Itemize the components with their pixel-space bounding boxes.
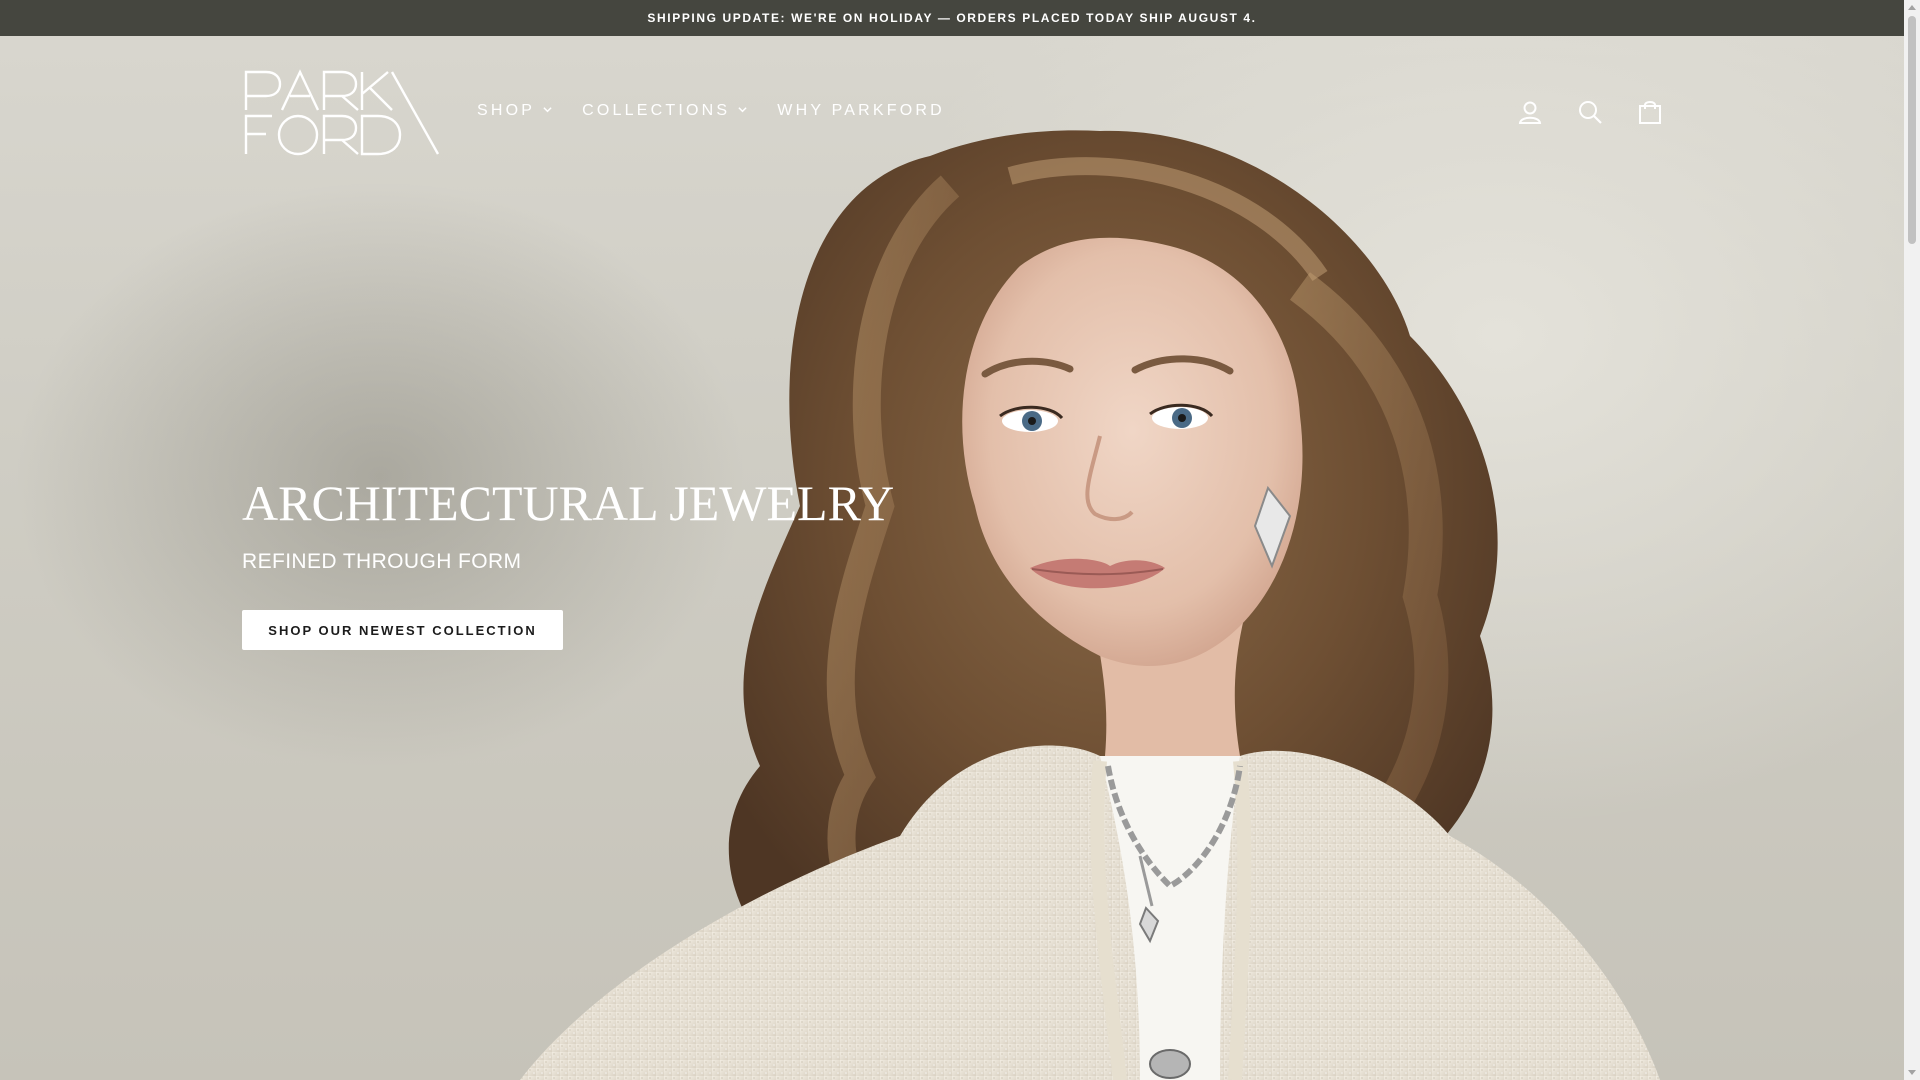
cta-label: SHOP OUR NEWEST COLLECTION [268,622,537,638]
chevron-down-icon [738,106,747,112]
nav-collections[interactable]: COLLECTIONS [582,102,747,120]
search-button[interactable] [1576,98,1604,126]
cart-icon [1639,101,1661,124]
nav-why-parkford[interactable]: WHY PARKFORD [777,102,945,120]
cart-button[interactable] [1636,98,1664,126]
vertical-scrollbar[interactable] [1904,0,1920,1080]
shop-newest-collection-button[interactable]: SHOP OUR NEWEST COLLECTION [242,610,563,650]
brand-logo[interactable] [242,66,442,160]
chevron-down-icon [543,106,552,112]
announcement-bar: SHIPPING UPDATE: WE'RE ON HOLIDAY — ORDE… [0,0,1904,36]
hero-title: ARCHITECTURAL JEWELRY [242,475,895,531]
nav-collections-label: COLLECTIONS [582,102,731,119]
scroll-up-arrow-icon[interactable] [1908,5,1916,10]
nav-shop-label: SHOP [477,102,536,119]
header-icons [1484,98,1664,126]
main-nav: SHOP COLLECTIONS WHY PARKFORD [477,102,975,120]
scroll-thumb[interactable] [1908,16,1916,244]
account-icon [1518,101,1542,124]
scroll-down-arrow-icon[interactable] [1908,1070,1916,1075]
hero-subtitle: REFINED THROUGH FORM [242,550,522,573]
search-icon [1579,101,1602,124]
account-button[interactable] [1516,98,1544,126]
site-header: SHOP COLLECTIONS WHY PARKFORD [0,36,1904,188]
announcement-text: SHIPPING UPDATE: WE'RE ON HOLIDAY — ORDE… [647,11,1257,25]
nav-why-parkford-label: WHY PARKFORD [777,102,945,119]
page-viewport: SHIPPING UPDATE: WE'RE ON HOLIDAY — ORDE… [0,0,1904,1080]
nav-shop[interactable]: SHOP [477,102,552,120]
